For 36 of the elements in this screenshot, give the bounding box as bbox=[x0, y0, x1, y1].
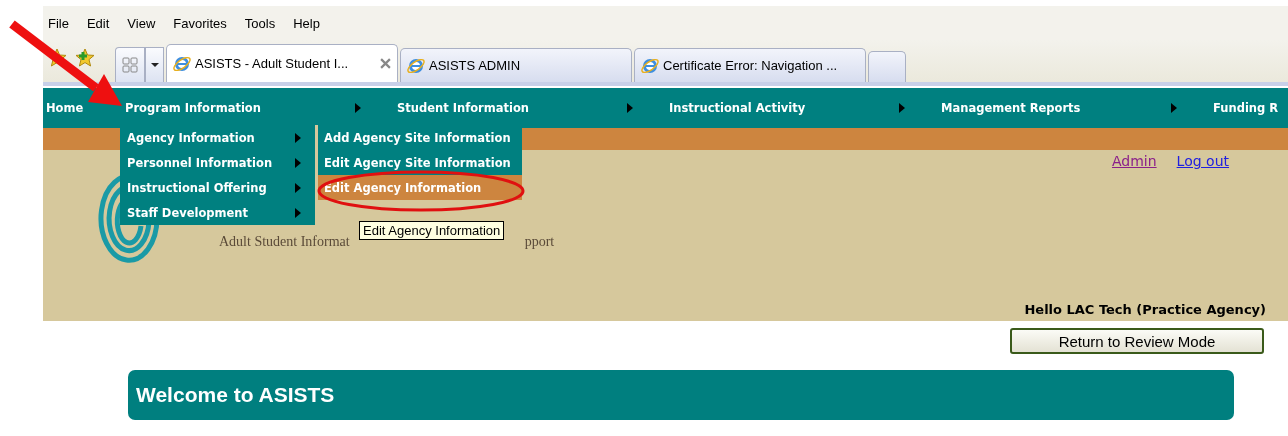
header-link[interactable]: Log out bbox=[1176, 153, 1229, 169]
nav-item[interactable]: Funding R bbox=[1213, 101, 1288, 115]
submenu-item[interactable]: Edit Agency Site Information bbox=[318, 150, 522, 175]
welcome-banner: Welcome to ASISTS bbox=[128, 370, 1234, 420]
caret-icon bbox=[150, 63, 159, 67]
new-tab-button[interactable] bbox=[868, 51, 906, 82]
header-link[interactable]: Admin bbox=[1112, 153, 1157, 169]
close-tab-icon[interactable] bbox=[380, 58, 391, 69]
grid-icon bbox=[122, 57, 138, 73]
logo-tagline: pport bbox=[524, 234, 555, 250]
browser-tab[interactable]: ASISTS ADMIN bbox=[400, 48, 632, 82]
nav-item[interactable]: Program Information bbox=[125, 101, 397, 115]
nav-item[interactable]: Student Information bbox=[397, 101, 669, 115]
menu-item[interactable]: Edit bbox=[85, 15, 119, 31]
quick-tabs-button[interactable] bbox=[115, 47, 145, 82]
submenu-item[interactable]: Add Agency Site Information bbox=[318, 125, 522, 150]
return-to-review-button[interactable]: Return to Review Mode bbox=[1010, 328, 1264, 354]
menu-item[interactable]: File bbox=[47, 15, 78, 31]
menu-item[interactable]: Favorites bbox=[172, 15, 236, 31]
nav-item[interactable]: Instructional Activity bbox=[669, 101, 941, 115]
menu-item[interactable]: Tools bbox=[243, 15, 285, 31]
tab-list-dropdown[interactable] bbox=[145, 47, 164, 82]
nav-item[interactable]: Home bbox=[43, 101, 125, 115]
logo-tagline: Adult Student Informat bbox=[219, 234, 350, 250]
submenu-item[interactable]: Personnel Information bbox=[120, 150, 315, 175]
submenu-item[interactable]: Instructional Offering bbox=[120, 175, 315, 200]
tooltip: Edit Agency Information bbox=[359, 221, 505, 240]
submenu-item[interactable]: Staff Development bbox=[120, 200, 315, 225]
add-favorite-icon[interactable] bbox=[75, 48, 95, 68]
submenu-item[interactable]: Agency Information bbox=[120, 125, 315, 150]
menu-item[interactable]: View bbox=[126, 15, 165, 31]
browser-tab[interactable]: ASISTS - Adult Student I... bbox=[166, 44, 398, 82]
greeting-text: Hello LAC Tech (Practice Agency) bbox=[1024, 302, 1266, 317]
browser-tab[interactable]: Certificate Error: Navigation ... bbox=[634, 48, 866, 82]
nav-item[interactable]: Management Reports bbox=[941, 101, 1213, 115]
menu-item[interactable]: Help bbox=[292, 15, 329, 31]
